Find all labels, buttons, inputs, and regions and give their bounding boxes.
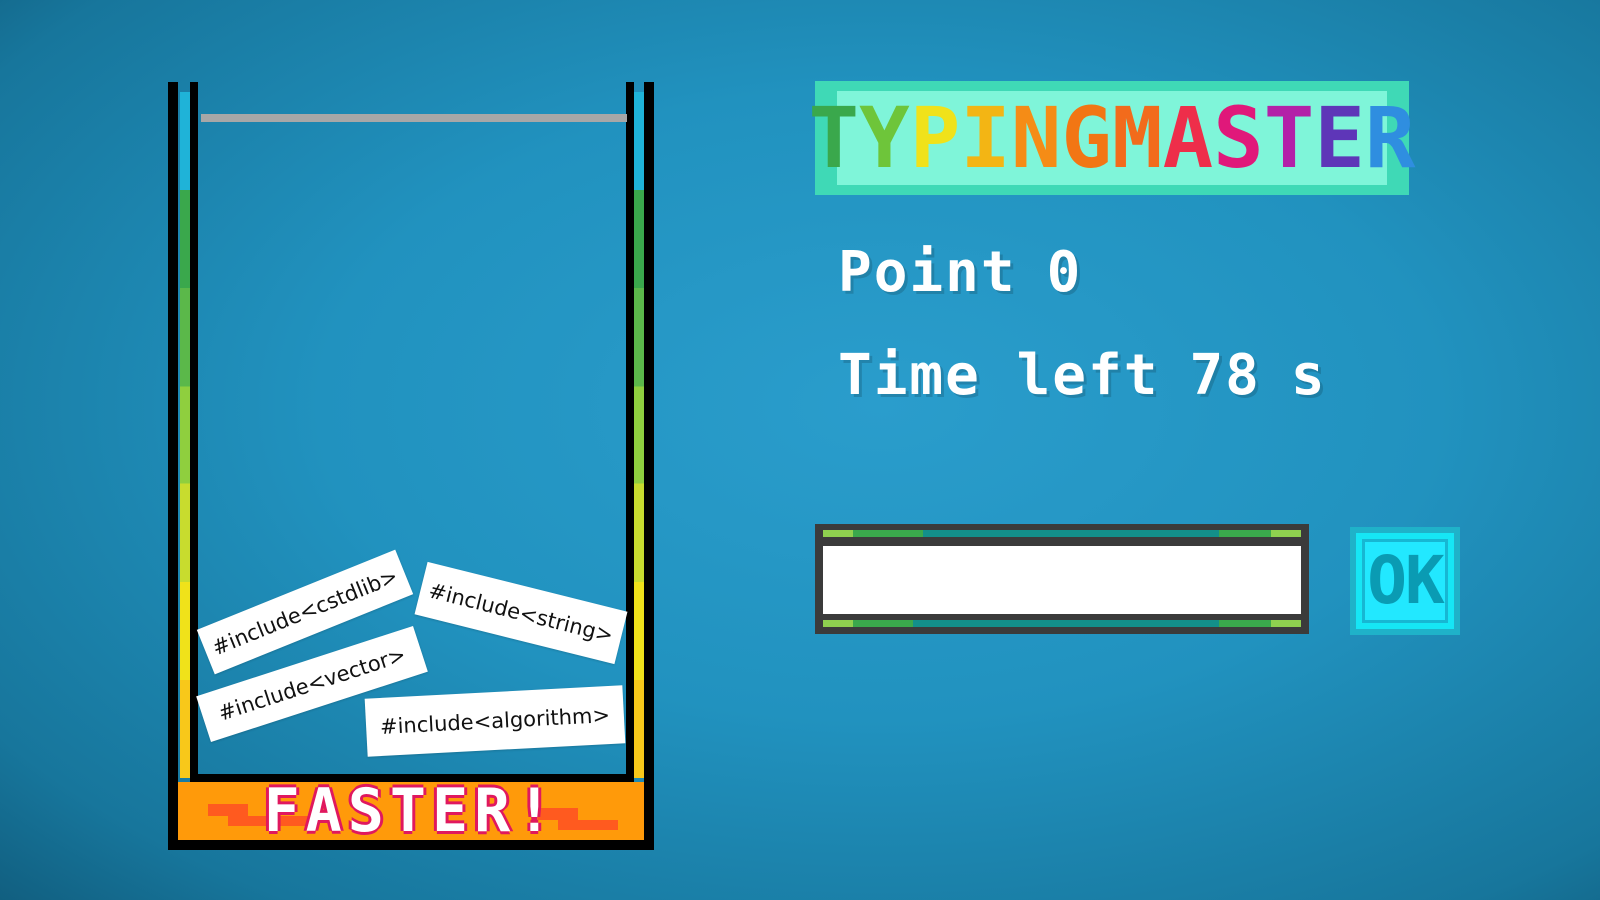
ok-button[interactable]: OK <box>1350 527 1460 635</box>
title-letter: T <box>808 89 860 187</box>
jar-inner-left-edge <box>190 82 198 782</box>
game-title-banner: TYPINGMASTER <box>809 81 1415 195</box>
title-letter: M <box>1112 89 1163 187</box>
title-letter: T <box>1263 89 1315 187</box>
title-letter: E <box>1314 89 1365 187</box>
faster-warning: FASTER! <box>263 776 559 846</box>
jar-inner-right-edge <box>626 82 634 782</box>
title-letter: N <box>1010 89 1062 187</box>
ok-button-label: OK <box>1367 542 1444 619</box>
danger-meter-left <box>180 92 190 778</box>
answer-input[interactable] <box>823 546 1301 614</box>
title-letter: A <box>1162 89 1214 187</box>
timer-label: Time left <box>838 343 1160 408</box>
word-card: #include<algorithm> <box>364 685 626 757</box>
timer-display: Time left 78 s <box>838 343 1327 408</box>
game-title: TYPINGMASTER <box>809 89 1415 187</box>
answer-input-frame <box>815 524 1309 634</box>
jar-right-wall <box>644 82 654 850</box>
word-card: #include<string> <box>414 561 628 665</box>
ok-button-face: OK <box>1362 539 1448 623</box>
jar-left-wall <box>168 82 178 850</box>
score-value: 0 <box>1046 240 1083 305</box>
title-letter: R <box>1364 89 1416 187</box>
title-letter: S <box>1213 89 1264 187</box>
jar-floor <box>168 840 654 850</box>
word-jar: #include<cstdlib> #include<string> #incl… <box>168 82 674 850</box>
timer-unit: s <box>1290 343 1327 408</box>
score-label: Point <box>838 240 1017 305</box>
title-letter: Y <box>859 89 910 187</box>
timer-value: 78 <box>1189 343 1261 408</box>
input-frame-stripe-top <box>823 530 1301 537</box>
title-letter: G <box>1061 89 1112 187</box>
title-letter: I <box>960 89 1011 187</box>
danger-meter-right <box>634 92 644 778</box>
score-display: Point 0 <box>838 240 1082 305</box>
title-letter: P <box>909 89 961 187</box>
input-frame-stripe-bottom <box>823 620 1301 627</box>
jar-fill-limit-line <box>201 114 627 122</box>
